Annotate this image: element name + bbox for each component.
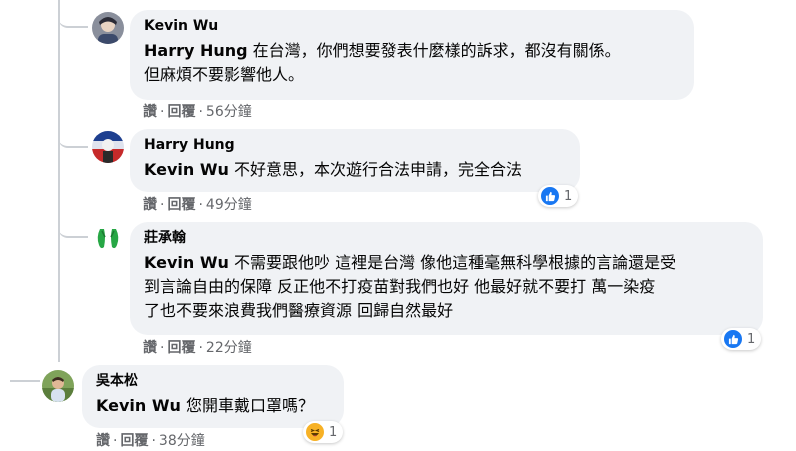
comment-actions: 讚 · 回覆 · 49分鐘	[143, 197, 252, 213]
like-button[interactable]: 讚	[143, 104, 157, 120]
like-icon	[540, 186, 560, 206]
comment-bubble: 莊承翰 Kevin Wu 不需要跟他吵 這裡是台灣 像他這種毫無科學根據的言論還…	[130, 222, 763, 335]
timestamp[interactable]: 56分鐘	[206, 104, 252, 120]
thread-branch-2	[58, 128, 88, 148]
comment-actions: 讚 · 回覆 · 22分鐘	[143, 340, 252, 356]
comment-actions: 讚 · 回覆 · 56分鐘	[143, 104, 252, 120]
comment-text: Kevin Wu 不好意思，本次遊行合法申請，完全合法	[144, 160, 522, 179]
thread-branch-1	[58, 0, 88, 28]
reply-button[interactable]: 回覆	[120, 433, 148, 449]
previous-actions-clipped: — ———— —— —	[120, 0, 236, 5]
reaction-summary[interactable]: 1	[721, 328, 762, 350]
avatar[interactable]	[92, 12, 124, 44]
mention-link[interactable]: Kevin Wu	[96, 396, 181, 415]
avatar[interactable]	[92, 131, 124, 163]
mention-link[interactable]: Kevin Wu	[144, 160, 229, 179]
comment-bubble: Kevin Wu Harry Hung 在台灣，你們想要發表什麼樣的訴求，都沒有…	[130, 10, 694, 100]
reaction-count: 1	[329, 424, 338, 440]
reaction-count: 1	[564, 188, 573, 204]
thread-branch-3	[58, 218, 88, 238]
comment-text: Kevin Wu 您開車戴口罩嗎？	[96, 396, 314, 415]
avatar[interactable]	[92, 223, 124, 255]
mention-link[interactable]: Harry Hung	[144, 41, 248, 60]
reply-button[interactable]: 回覆	[167, 197, 195, 213]
thread-line-main	[58, 0, 60, 362]
comment-author[interactable]: 吳本松	[96, 372, 330, 390]
haha-icon	[305, 422, 325, 442]
comment-actions: 讚 · 回覆 · 38分鐘	[96, 433, 205, 449]
timestamp[interactable]: 49分鐘	[206, 197, 252, 213]
avatar[interactable]	[42, 370, 74, 402]
timestamp[interactable]: 22分鐘	[206, 340, 252, 356]
timestamp[interactable]: 38分鐘	[159, 433, 205, 449]
comment-bubble: Harry Hung Kevin Wu 不好意思，本次遊行合法申請，完全合法	[130, 129, 580, 192]
reaction-summary[interactable]: 1	[303, 421, 344, 443]
like-icon	[723, 329, 743, 349]
comment-author[interactable]: Harry Hung	[144, 136, 566, 154]
like-button[interactable]: 讚	[143, 340, 157, 356]
mention-link[interactable]: Kevin Wu	[144, 253, 229, 272]
reaction-count: 1	[747, 331, 756, 347]
comment-text: Kevin Wu 不需要跟他吵 這裡是台灣 像他這種毫無科學根據的言論還是受 到…	[144, 253, 677, 320]
comment-author[interactable]: 莊承翰	[144, 229, 749, 247]
comment-author[interactable]: Kevin Wu	[144, 17, 680, 35]
comment-text: Harry Hung 在台灣，你們想要發表什麼樣的訴求，都沒有關係。 但麻煩不要…	[144, 41, 621, 84]
reply-button[interactable]: 回覆	[167, 104, 195, 120]
thread-line-root-connector	[10, 380, 40, 382]
like-button[interactable]: 讚	[96, 433, 110, 449]
reply-button[interactable]: 回覆	[167, 340, 195, 356]
comment-bubble: 吳本松 Kevin Wu 您開車戴口罩嗎？	[82, 365, 344, 428]
like-button[interactable]: 讚	[143, 197, 157, 213]
reaction-summary[interactable]: 1	[538, 185, 579, 207]
